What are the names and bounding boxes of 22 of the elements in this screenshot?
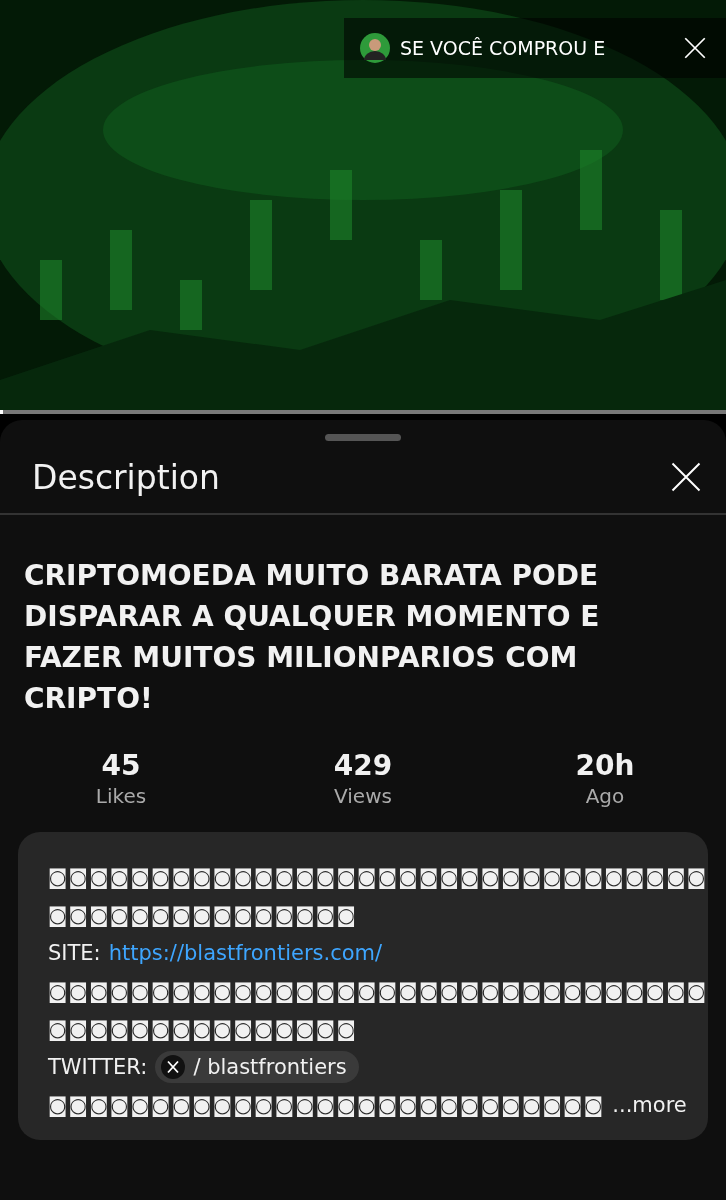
drag-handle[interactable] xyxy=(325,434,401,441)
stat-value: 429 xyxy=(333,749,393,782)
site-link[interactable]: https://blastfrontiers.com/ xyxy=(108,934,383,972)
avatar-icon xyxy=(360,33,390,63)
stat-value: 45 xyxy=(101,749,141,782)
sheet-title: Description xyxy=(32,457,220,497)
stat-value: 20h xyxy=(575,749,635,782)
stat-label: Ago xyxy=(585,784,625,808)
description-text: ◙◙◙◙◙◙◙◙◙◙◙◙◙◙◙◙◙◙◙◙◙◙◙◙◙◙◙◙◙◙◙◙ xyxy=(48,978,708,1005)
x-logo-icon xyxy=(161,1055,186,1079)
stat-label: Likes xyxy=(95,784,147,808)
description-text: ◙◙◙◙◙◙◙◙◙◙◙◙◙◙◙ xyxy=(48,1016,358,1043)
stat-label: Views xyxy=(334,784,392,808)
description-text: ◙◙◙◙◙◙◙◙◙◙◙◙◙◙◙ xyxy=(48,902,358,929)
video-title: CRIPTOMOEDA MUITO BARATA PODE DISPARAR A QUALQUER MOMENTO E FAZER MUITOS MILIONPARIOS COM CRIPTO! xyxy=(24,558,601,717)
more-button[interactable]: ...more xyxy=(612,1093,687,1117)
link-label: TWITTER: xyxy=(48,1054,148,1081)
social-link-chip[interactable]: / blastfrontiers xyxy=(155,1051,359,1083)
description-text: ◙◙◙◙◙◙◙◙◙◙◙◙◙◙◙◙◙◙◙◙◙◙◙◙◙◙◙ xyxy=(48,1092,605,1119)
link-label: SITE: xyxy=(48,940,101,967)
video-title: SE VOCÊ COMPROU E xyxy=(400,37,607,59)
description-text: ◙◙◙◙◙◙◙◙◙◙◙◙◙◙◙◙◙◙◙◙◙◙◙◙◙◙◙◙◙◙◙◙ xyxy=(48,864,708,891)
